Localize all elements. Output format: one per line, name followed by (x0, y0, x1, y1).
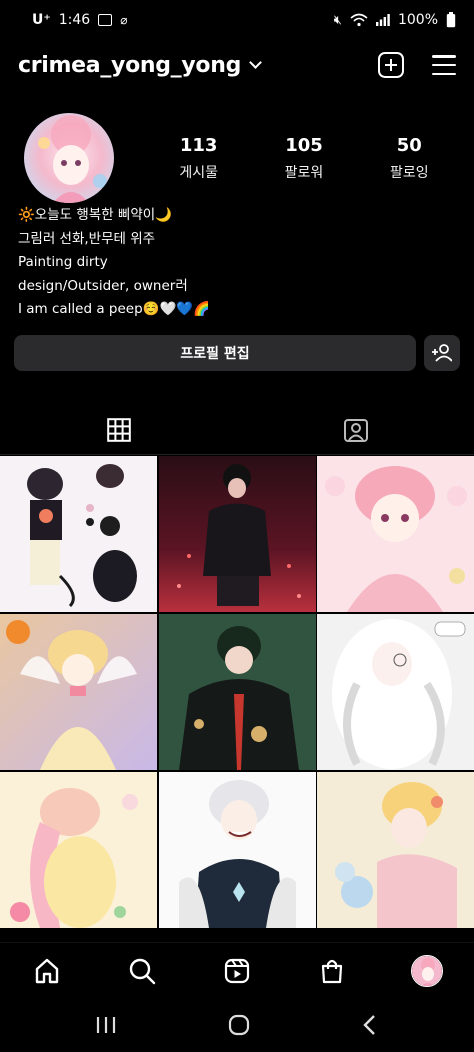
posts-grid (0, 456, 474, 928)
nav-reels[interactable] (213, 947, 261, 995)
post-thumbnail[interactable] (158, 614, 316, 770)
posts-value: 113 (179, 134, 218, 156)
reels-icon (224, 958, 250, 983)
home-button-icon[interactable] (227, 1013, 251, 1037)
battery-percent: 100% (397, 12, 438, 28)
chevron-down-icon (249, 55, 262, 69)
post-thumbnail[interactable] (317, 614, 474, 770)
followers-label: 팔로워 (284, 164, 324, 181)
tab-divider (0, 454, 474, 455)
wifi-icon (350, 13, 368, 27)
following-value: 50 (396, 134, 422, 156)
post-thumbnail[interactable] (317, 456, 474, 612)
profile-avatar-small (410, 954, 443, 987)
shop-bag-icon (321, 959, 342, 983)
followers-count[interactable]: 105 팔로워 (285, 135, 324, 182)
menu-icon[interactable] (432, 55, 456, 75)
posts-label: 게시물 (179, 164, 218, 181)
link-notification-icon: ⌀ (120, 13, 128, 27)
profile-tabs (0, 405, 474, 455)
edit-profile-button[interactable]: 프로필 편집 (14, 335, 416, 371)
profile-bio: 🔆오늘도 행복한 삐약이🌙 그림러 선화,반무테 위주 Painting dir… (18, 204, 458, 322)
gallery-notification-icon (98, 14, 113, 26)
following-label: 팔로잉 (390, 164, 429, 181)
profile-header: crimea_yong_yong (0, 44, 474, 86)
account-switcher[interactable]: crimea_yong_yong (18, 52, 262, 78)
posts-count[interactable]: 113 게시물 (179, 135, 218, 182)
tagged-person-icon (343, 419, 368, 442)
post-thumbnail[interactable] (158, 772, 316, 928)
tab-posts-grid[interactable] (0, 405, 237, 455)
discover-people-button[interactable] (424, 335, 460, 371)
carrier-label: U⁺ (32, 12, 51, 28)
bio-line: I am called a peep☺️🤍💙🌈 (18, 301, 210, 317)
profile-avatar[interactable] (22, 111, 116, 205)
nav-search[interactable] (118, 947, 166, 995)
following-count[interactable]: 50 팔로잉 (390, 135, 429, 182)
nav-profile[interactable] (403, 947, 451, 995)
bottom-navigation (0, 942, 474, 998)
grid-icon (106, 418, 131, 442)
bio-line: 🔆오늘도 행복한 삐약이🌙 (18, 207, 172, 223)
system-navigation (0, 998, 474, 1052)
create-post-icon[interactable] (378, 52, 404, 78)
nav-shop[interactable] (308, 947, 356, 995)
profile-summary: 113 게시물 105 팔로워 50 팔로잉 (22, 110, 462, 206)
post-thumbnail[interactable] (0, 456, 157, 612)
bio-line: design/Outsider, owner러 (18, 277, 188, 294)
back-icon[interactable] (361, 1014, 379, 1036)
nav-home[interactable] (23, 947, 71, 995)
home-icon (36, 958, 59, 983)
add-person-icon (432, 344, 452, 362)
bio-line: 그림러 선화,반무테 위주 (18, 230, 156, 247)
bio-line: Painting dirty (18, 254, 108, 270)
tab-tagged[interactable] (237, 405, 474, 455)
post-thumbnail[interactable] (0, 772, 157, 928)
status-bar: U⁺ 1:46 ⌀ 🔇︎ 100% (0, 0, 474, 40)
signal-icon (375, 14, 390, 26)
post-thumbnail[interactable] (158, 456, 316, 612)
recent-apps-icon[interactable] (95, 1015, 117, 1035)
followers-value: 105 (285, 134, 323, 156)
clock: 1:46 (58, 12, 91, 28)
search-icon (129, 958, 156, 984)
post-thumbnail[interactable] (0, 614, 157, 770)
mute-icon: 🔇︎ (333, 12, 342, 28)
username: crimea_yong_yong (18, 52, 242, 78)
battery-icon (446, 12, 456, 28)
post-thumbnail[interactable] (317, 772, 474, 928)
